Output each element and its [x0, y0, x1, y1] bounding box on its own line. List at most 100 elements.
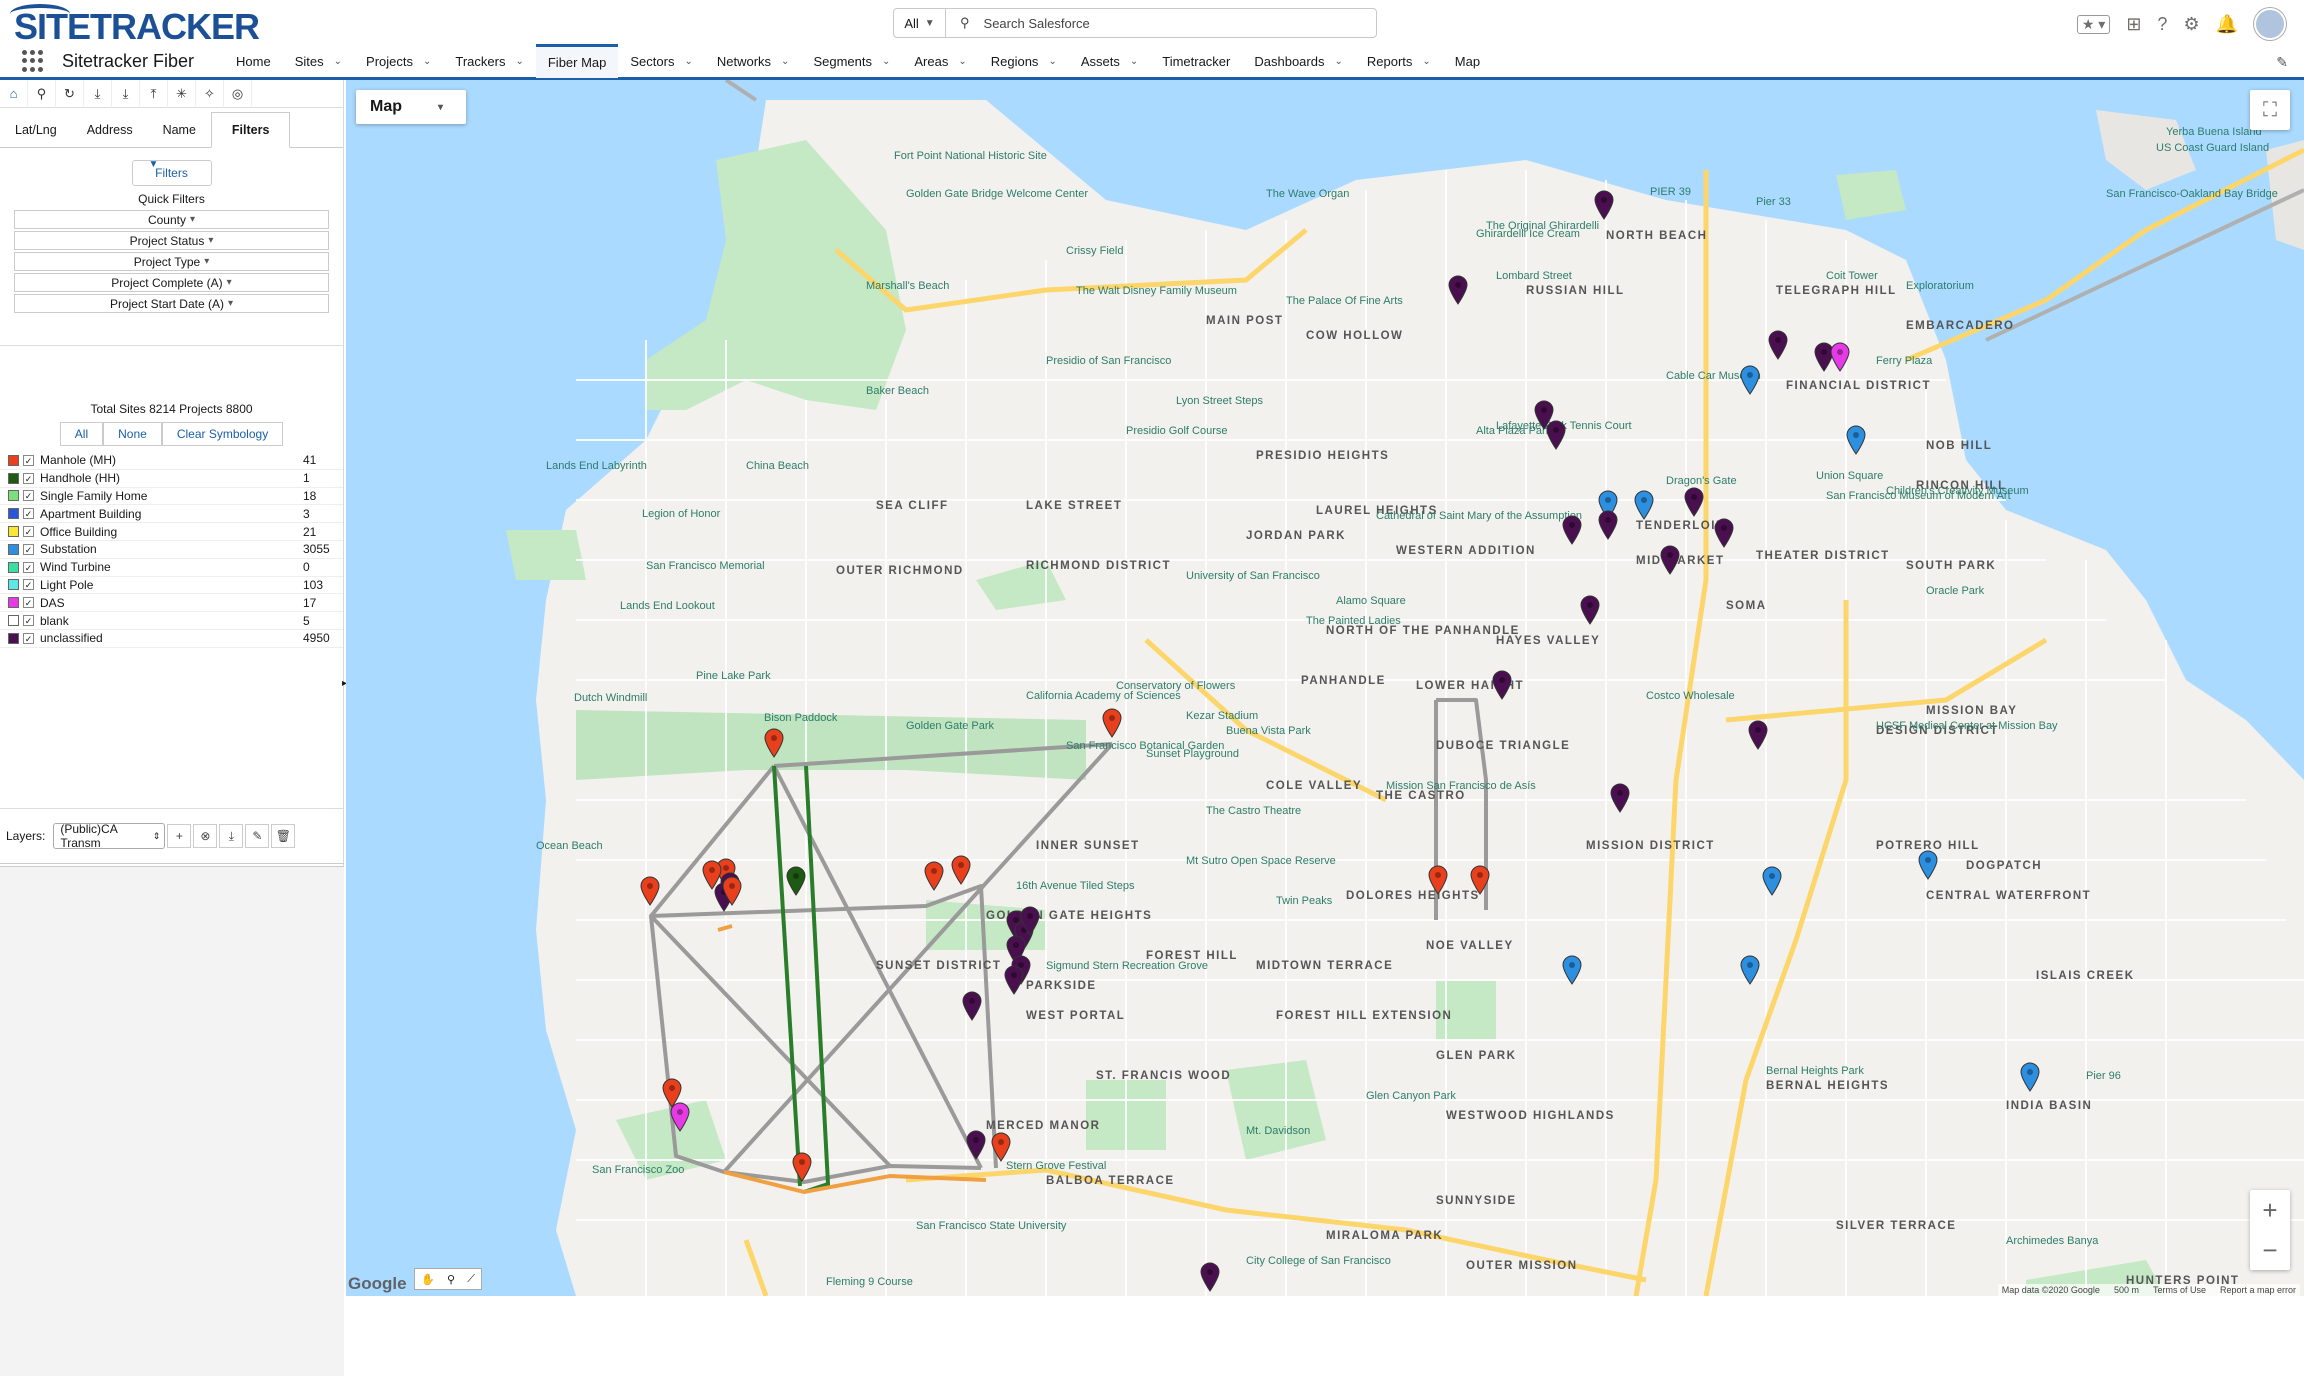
nav-item-map[interactable]: Map — [1443, 44, 1492, 78]
favorites-icon[interactable]: ★ ▾ — [2076, 14, 2111, 34]
chevron-down-icon[interactable]: ⌄ — [1130, 56, 1138, 67]
map-pin-icon[interactable] — [966, 1130, 986, 1160]
app-launcher-icon[interactable] — [22, 50, 44, 72]
legend-checkbox[interactable]: ✓ — [23, 597, 34, 609]
map-canvas[interactable]: NORTH BEACH TELEGRAPH HILL RUSSIAN HILL EMB… — [346, 80, 2304, 1296]
quick-filter-dropdown[interactable]: Project Start Date (A) ▾ — [14, 294, 329, 313]
refresh-icon[interactable]: ↻ — [56, 79, 84, 108]
map-pin-icon[interactable] — [670, 1102, 690, 1132]
settings-icon[interactable]: ✳ — [168, 79, 196, 108]
zoom-in-button[interactable]: + — [2250, 1190, 2290, 1230]
map-pin-icon[interactable] — [1684, 487, 1704, 517]
download-icon[interactable]: ⤓ — [219, 824, 244, 848]
search-scope-select[interactable]: All ▼ — [894, 9, 946, 37]
map-pin-icon[interactable] — [640, 876, 660, 906]
symbology-all-button[interactable]: All — [59, 422, 104, 446]
magic-icon[interactable]: ✧ — [196, 79, 224, 108]
download-all-icon[interactable]: ⤓ — [112, 79, 140, 108]
quick-filter-dropdown[interactable]: Project Type ▾ — [14, 252, 329, 271]
map-pin-icon[interactable] — [786, 866, 806, 896]
map-pin-icon[interactable] — [1830, 342, 1850, 372]
pencil-icon[interactable]: ✎ — [245, 824, 270, 848]
map-pin-icon[interactable] — [991, 1132, 1011, 1162]
map-pin-icon[interactable] — [1846, 425, 1866, 455]
map-pin-icon[interactable] — [1740, 955, 1760, 985]
avatar[interactable] — [2254, 8, 2286, 40]
map-pin-icon[interactable] — [764, 728, 784, 758]
nav-item-home[interactable]: Home — [224, 44, 283, 78]
nav-item-reports[interactable]: Reports ⌄ — [1355, 44, 1443, 78]
polyline-icon[interactable]: ⟋ — [467, 1273, 475, 1286]
tab-address[interactable]: Address — [72, 112, 148, 147]
nav-item-dashboards[interactable]: Dashboards ⌄ — [1242, 44, 1355, 78]
map-pin-icon[interactable] — [1562, 955, 1582, 985]
zoom-out-button[interactable]: − — [2250, 1230, 2290, 1270]
map-pin-icon[interactable] — [1580, 595, 1600, 625]
sitetracker-logo[interactable]: SITETRACKER — [10, 4, 260, 48]
map-pin-icon[interactable] — [1492, 670, 1512, 700]
tab-latlng[interactable]: Lat/Lng — [0, 112, 72, 147]
map-pin-icon[interactable] — [1634, 490, 1654, 520]
map-pin-icon[interactable] — [722, 876, 742, 906]
map-pin-icon[interactable] — [1740, 365, 1760, 395]
quick-filter-dropdown[interactable]: County ▾ — [14, 210, 329, 229]
target-icon[interactable]: ◎ — [224, 79, 252, 108]
close-icon[interactable]: ⊗ — [193, 824, 218, 848]
edit-nav-icon[interactable]: ✎ — [2276, 54, 2288, 71]
map-pin-icon[interactable] — [951, 855, 971, 885]
map-pin-icon[interactable] — [2020, 1062, 2040, 1092]
legend-checkbox[interactable]: ✓ — [23, 508, 34, 520]
legend-checkbox[interactable]: ✓ — [23, 561, 34, 573]
nav-item-trackers[interactable]: Trackers ⌄ — [443, 44, 535, 78]
nav-item-fiber-map[interactable]: Fiber Map — [535, 44, 619, 78]
add-icon[interactable]: ⊞ — [2126, 14, 2141, 35]
bell-icon[interactable]: 🔔 — [2216, 14, 2238, 35]
nav-item-timetracker[interactable]: Timetracker — [1150, 44, 1242, 78]
layer-select[interactable]: (Public)CA Transm ⇕ — [53, 822, 166, 850]
symbology-none-button[interactable]: None — [103, 422, 162, 446]
filters-button[interactable]: ▼ Filters — [131, 159, 212, 186]
plus-icon[interactable]: + — [167, 824, 192, 848]
map-pin-icon[interactable] — [1714, 518, 1734, 548]
map-pin-icon[interactable] — [1004, 965, 1024, 995]
chevron-down-icon[interactable]: ⌄ — [1048, 56, 1056, 67]
home-icon[interactable]: ⌂ — [0, 79, 28, 108]
map-pin-icon[interactable] — [1562, 515, 1582, 545]
legend-checkbox[interactable]: ✓ — [23, 632, 34, 644]
map-pin-icon[interactable] — [1448, 275, 1468, 305]
chevron-down-icon[interactable]: ⌄ — [334, 56, 342, 67]
help-icon[interactable]: ? — [2157, 14, 2167, 35]
quick-filter-dropdown[interactable]: Project Complete (A) ▾ — [14, 273, 329, 292]
chevron-down-icon[interactable]: ⌄ — [423, 56, 431, 67]
chevron-down-icon[interactable]: ⌄ — [882, 56, 890, 67]
tab-filters[interactable]: Filters — [210, 112, 291, 148]
nav-item-areas[interactable]: Areas ⌄ — [902, 44, 978, 78]
gear-icon[interactable]: ⚙ — [2183, 14, 2199, 35]
legend-checkbox[interactable]: ✓ — [23, 490, 34, 502]
nav-item-segments[interactable]: Segments ⌄ — [801, 44, 902, 78]
map-pin-icon[interactable] — [962, 991, 982, 1021]
pin-icon[interactable]: ⚲ — [28, 79, 56, 108]
chevron-down-icon[interactable]: ⌄ — [1422, 56, 1430, 67]
legend-checkbox[interactable]: ✓ — [23, 615, 34, 627]
legend-checkbox[interactable]: ✓ — [23, 579, 34, 591]
quick-filter-dropdown[interactable]: Project Status ▾ — [14, 231, 329, 250]
trash-icon[interactable]: 🗑 — [271, 824, 296, 848]
symbology-clear-symbology-button[interactable]: Clear Symbology — [161, 422, 284, 446]
map-pin-icon[interactable] — [1598, 510, 1618, 540]
map-pin-icon[interactable] — [1762, 866, 1782, 896]
map-pin-icon[interactable] — [1768, 330, 1788, 360]
marker-icon[interactable]: ⚲ — [447, 1273, 455, 1286]
nav-item-sites[interactable]: Sites ⌄ — [283, 44, 354, 78]
map-pin-icon[interactable] — [1102, 708, 1122, 738]
chevron-down-icon[interactable]: ⌄ — [781, 56, 789, 67]
map-pin-icon[interactable] — [1546, 420, 1566, 450]
upload-icon[interactable]: ⤒ — [140, 79, 168, 108]
fullscreen-icon[interactable]: ⛶ — [2250, 90, 2290, 130]
legend-checkbox[interactable]: ✓ — [23, 472, 34, 484]
download-icon[interactable]: ⤓ — [84, 79, 112, 108]
legend-checkbox[interactable]: ✓ — [23, 454, 34, 466]
map-pin-icon[interactable] — [924, 861, 944, 891]
map-pin-icon[interactable] — [1428, 865, 1448, 895]
map-pin-icon[interactable] — [1200, 1262, 1220, 1292]
